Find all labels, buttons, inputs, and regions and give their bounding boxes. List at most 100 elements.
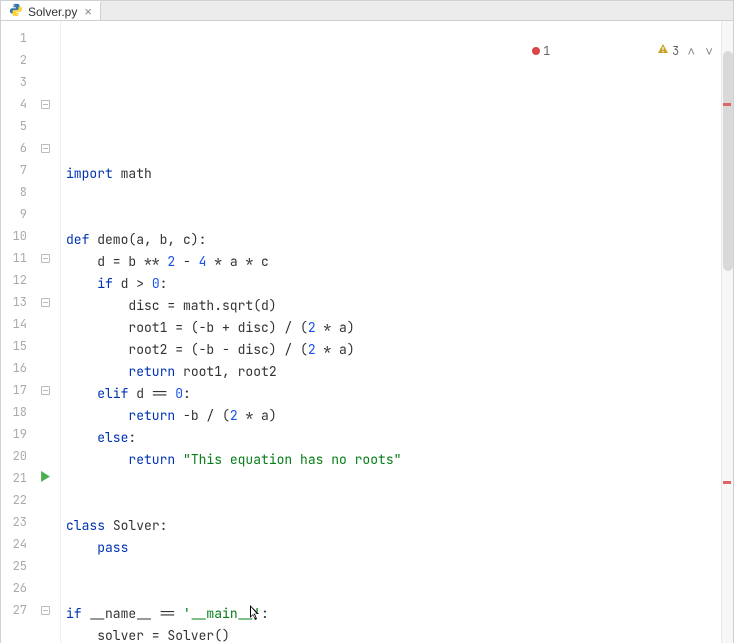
line-number[interactable]: 13 [1,291,31,313]
line-number[interactable]: 25 [1,555,31,577]
line-number[interactable]: 27 [1,599,31,621]
code-line[interactable]: if d > 0: [61,273,733,295]
warning-indicator[interactable]: 3 [556,27,679,75]
line-number[interactable]: 4 [1,93,31,115]
gutter-cell[interactable] [31,93,60,115]
code-line[interactable] [61,207,733,229]
line-number[interactable]: 14 [1,313,31,335]
run-gutter-icon[interactable] [40,469,51,487]
fold-icon[interactable] [41,298,50,307]
gutter-cell[interactable] [31,533,60,555]
code-line[interactable]: else: [61,427,733,449]
tab-solver-py[interactable]: Solver.py × [1,1,101,20]
code-line[interactable]: return -b / (2 * a) [61,405,733,427]
fold-icon[interactable] [41,254,50,263]
line-number[interactable]: 19 [1,423,31,445]
gutter-cell[interactable] [31,357,60,379]
line-number-gutter[interactable]: 1234567891011121314151617181920212223242… [1,21,31,643]
line-number[interactable]: 3 [1,71,31,93]
gutter-cell[interactable] [31,379,60,401]
gutter-cell[interactable] [31,511,60,533]
gutter-cell[interactable] [31,181,60,203]
chevron-up-icon[interactable]: ˄ [685,43,697,60]
code-line[interactable]: root2 = (-b - disc) / (2 * a) [61,339,733,361]
code-line[interactable]: pass [61,537,733,559]
line-number[interactable]: 22 [1,489,31,511]
gutter-cell[interactable] [31,225,60,247]
gutter-cell[interactable] [31,137,60,159]
fold-icon[interactable] [41,606,50,615]
line-number[interactable]: 23 [1,511,31,533]
code-line[interactable]: import math [61,163,733,185]
line-number[interactable]: 2 [1,49,31,71]
code-line[interactable] [61,493,733,515]
code-text-area[interactable]: 1 3 ˄ ˅ [61,21,733,643]
line-number[interactable]: 24 [1,533,31,555]
tab-bar: Solver.py × [1,1,733,21]
code-line[interactable]: elif d == 0: [61,383,733,405]
code-line[interactable]: return root1, root2 [61,361,733,383]
gutter-cell[interactable] [31,203,60,225]
gutter-cell[interactable] [31,115,60,137]
line-number[interactable]: 12 [1,269,31,291]
code-line[interactable]: disc = math.sqrt(d) [61,295,733,317]
line-number[interactable]: 10 [1,225,31,247]
line-number[interactable]: 15 [1,335,31,357]
line-number[interactable]: 26 [1,577,31,599]
fold-icon[interactable] [41,386,50,395]
line-number[interactable]: 18 [1,401,31,423]
gutter-cell[interactable] [31,71,60,93]
code-line[interactable] [61,559,733,581]
code-line[interactable]: return "This equation has no roots" [61,449,733,471]
code-line[interactable]: d = b ** 2 - 4 * a * c [61,251,733,273]
close-icon[interactable]: × [82,5,94,18]
gutter-cell[interactable] [31,467,60,489]
code-line[interactable] [61,471,733,493]
code-line[interactable] [61,185,733,207]
error-indicator[interactable]: 1 [532,43,550,59]
fold-icon[interactable] [41,144,50,153]
line-number[interactable]: 7 [1,159,31,181]
gutter-cell[interactable] [31,335,60,357]
gutter-cell[interactable] [31,159,60,181]
code-line[interactable]: class Solver: [61,515,733,537]
code-editor: 1234567891011121314151617181920212223242… [1,21,733,643]
code-line[interactable]: root1 = (-b + disc) / (2 * a) [61,317,733,339]
gutter-cell[interactable] [31,555,60,577]
gutter-cell[interactable] [31,269,60,291]
code-line[interactable]: if __name__ == '__main__': [61,603,733,625]
line-number[interactable]: 6 [1,137,31,159]
gutter-cell[interactable] [31,291,60,313]
line-number[interactable]: 17 [1,379,31,401]
line-number[interactable]: 1 [1,27,31,49]
line-number[interactable]: 5 [1,115,31,137]
chevron-down-icon[interactable]: ˅ [703,43,715,60]
gutter-cell[interactable] [31,489,60,511]
code-line[interactable]: solver = Solver() [61,625,733,643]
inspection-widget[interactable]: 1 3 ˄ ˅ [528,25,719,77]
gutter-cell[interactable] [31,49,60,71]
line-number[interactable]: 16 [1,357,31,379]
code-line[interactable]: def demo(a, b, c): [61,229,733,251]
gutter-cell[interactable] [31,423,60,445]
fold-icon[interactable] [41,100,50,109]
error-stripe[interactable] [721,21,733,643]
gutter-cell[interactable] [31,247,60,269]
gutter-cell[interactable] [31,577,60,599]
gutter-cell[interactable] [31,445,60,467]
vertical-scrollbar-thumb[interactable] [723,51,733,271]
line-number[interactable]: 8 [1,181,31,203]
line-number[interactable]: 20 [1,445,31,467]
code-line[interactable] [61,581,733,603]
stripe-marker[interactable] [723,481,731,484]
python-file-icon [9,3,23,20]
gutter-cell[interactable] [31,27,60,49]
gutter-markers[interactable] [31,21,61,643]
gutter-cell[interactable] [31,313,60,335]
line-number[interactable]: 9 [1,203,31,225]
line-number[interactable]: 21 [1,467,31,489]
stripe-marker[interactable] [723,103,731,106]
line-number[interactable]: 11 [1,247,31,269]
gutter-cell[interactable] [31,401,60,423]
gutter-cell[interactable] [31,599,60,621]
